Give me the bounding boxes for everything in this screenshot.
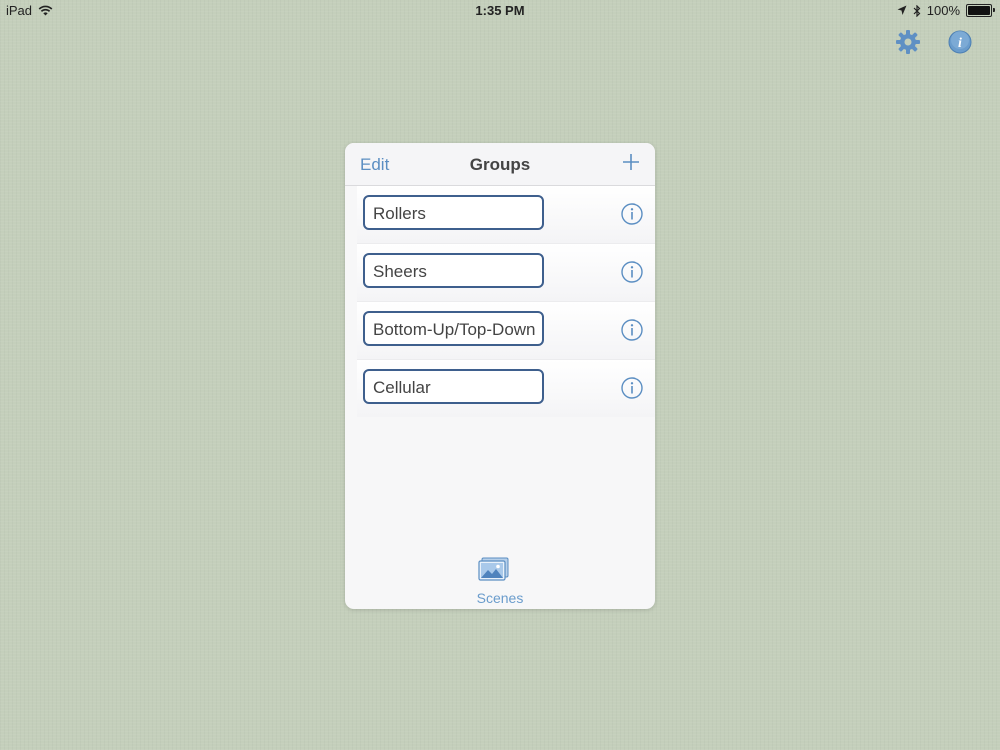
location-arrow-icon xyxy=(897,5,907,15)
edit-button[interactable]: Edit xyxy=(360,155,389,175)
group-name-field[interactable]: Sheers xyxy=(363,253,544,288)
group-info-button[interactable] xyxy=(621,261,643,283)
group-row: Bottom-Up/Top-Down xyxy=(357,302,655,360)
info-circle-icon xyxy=(621,261,643,283)
status-time: 1:35 PM xyxy=(475,3,525,18)
group-info-button[interactable] xyxy=(621,377,643,399)
info-icon: i xyxy=(948,30,972,54)
groups-panel: Edit Groups Rollers Sheers Bottom-Up/Top… xyxy=(345,143,655,609)
group-name-field[interactable]: Rollers xyxy=(363,195,544,230)
status-bar: iPad 1:35 PM 100% xyxy=(0,0,1000,22)
group-info-button[interactable] xyxy=(621,319,643,341)
battery-icon xyxy=(966,4,995,17)
group-info-button[interactable] xyxy=(621,203,643,225)
gear-icon xyxy=(896,30,920,54)
plus-icon xyxy=(623,154,639,170)
bluetooth-icon xyxy=(913,4,921,17)
group-row: Rollers xyxy=(357,186,655,244)
svg-text:i: i xyxy=(958,36,962,51)
group-name-field[interactable]: Bottom-Up/Top-Down xyxy=(363,311,544,346)
info-circle-icon xyxy=(621,203,643,225)
add-group-button[interactable] xyxy=(621,152,641,172)
info-circle-icon xyxy=(621,377,643,399)
settings-button[interactable] xyxy=(895,29,921,55)
navigation-bar: Edit Groups xyxy=(345,143,655,186)
panel-title: Groups xyxy=(469,155,531,174)
tab-scenes-label: Scenes xyxy=(476,590,524,606)
group-row: Sheers xyxy=(357,244,655,302)
info-circle-icon xyxy=(621,319,643,341)
tab-scenes[interactable]: Scenes xyxy=(345,547,655,609)
groups-list: Rollers Sheers Bottom-Up/Top-Down Cellul… xyxy=(345,186,655,417)
scenes-icon xyxy=(478,557,509,581)
group-name-field[interactable]: Cellular xyxy=(363,369,544,404)
info-button[interactable]: i xyxy=(947,29,973,55)
group-row: Cellular xyxy=(357,360,655,417)
status-right: 100% xyxy=(897,3,995,18)
battery-percent: 100% xyxy=(926,3,960,18)
